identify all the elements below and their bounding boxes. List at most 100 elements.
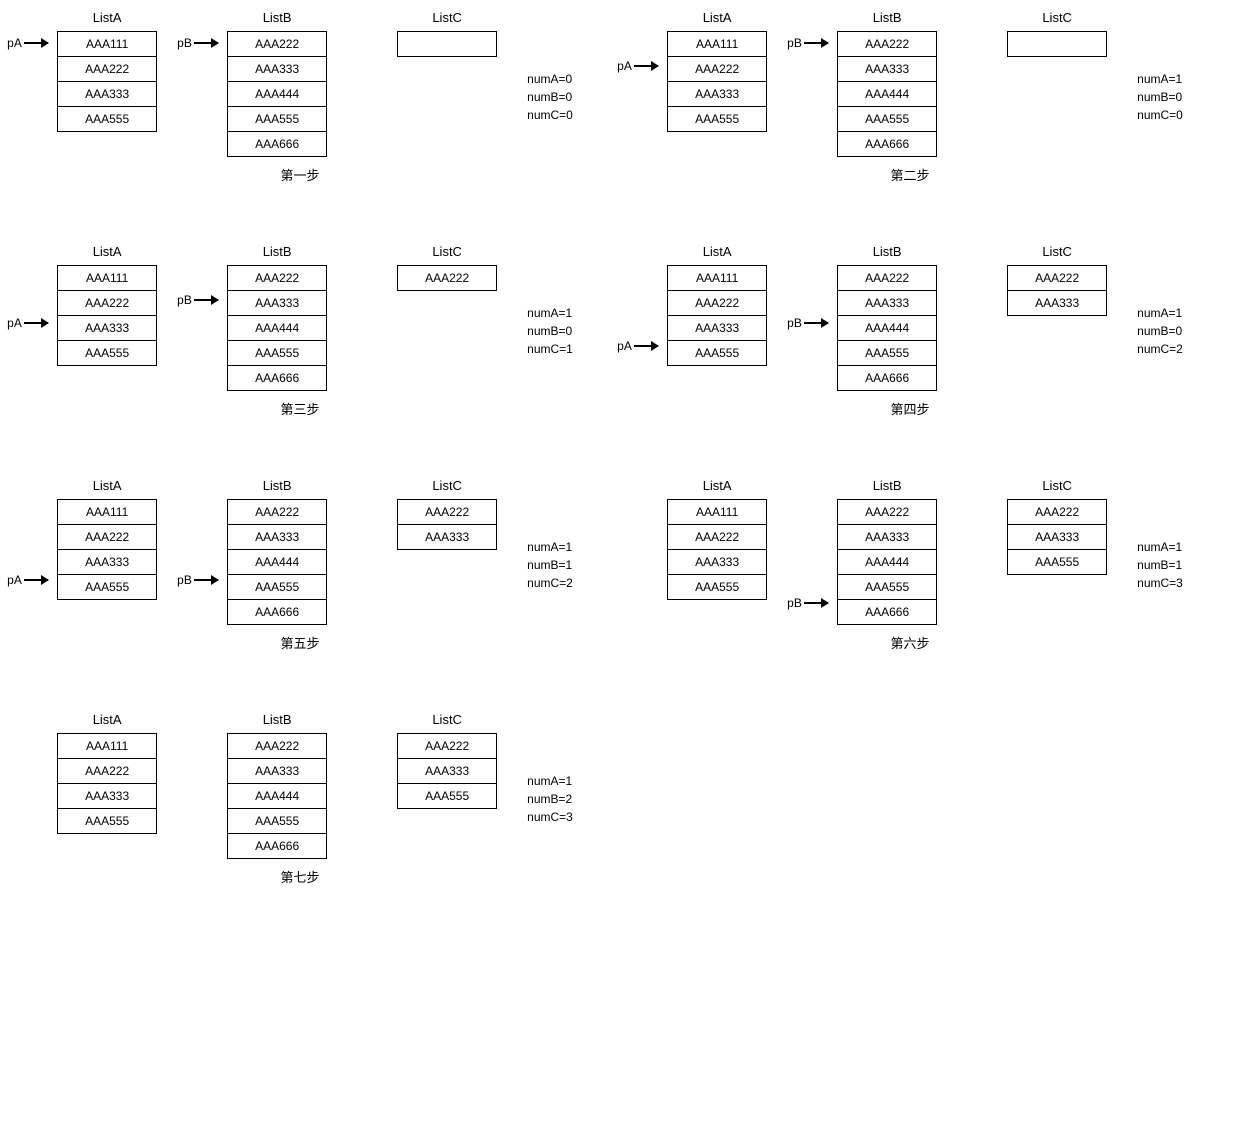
list-cell: AAA555	[57, 574, 157, 600]
list-cell: AAA666	[837, 599, 937, 625]
step-row: ListAAAA111AAA222AAA333AAA555pAListBAAA2…	[10, 244, 1240, 418]
arrow-icon	[634, 345, 658, 347]
list-cell: AAA222	[1007, 265, 1107, 291]
list-cell: AAA222	[227, 733, 327, 759]
pointer-pA-label: pA	[7, 36, 22, 50]
list-table: AAA222AAA333AAA444AAA555AAA666	[227, 499, 327, 625]
pointer-pA-label: pA	[7, 316, 22, 330]
step: ListAAAA111AAA222AAA333AAA555ListBAAA222…	[10, 712, 590, 886]
list-cell: AAA555	[837, 340, 937, 366]
list-table: AAA111AAA222AAA333AAA555	[57, 265, 157, 366]
counter-numB: numB=0	[527, 322, 573, 340]
counter-numC: numC=2	[1137, 340, 1183, 358]
list-table: AAA111AAA222AAA333AAA555	[667, 265, 767, 366]
pointer-pB: pB	[177, 36, 218, 50]
list-table: AAA111AAA222AAA333AAA555	[667, 499, 767, 600]
list-table	[397, 31, 497, 57]
list-table: AAA222AAA333	[1007, 265, 1107, 316]
list-cell: AAA333	[667, 315, 767, 341]
list-cell: AAA666	[837, 131, 937, 157]
counters: numA=1numB=0numC=2	[1137, 304, 1183, 358]
list-block-listB: ListBAAA222AAA333AAA444AAA555AAA666pB	[807, 478, 967, 625]
list-title: ListC	[1042, 244, 1072, 259]
list-cell: AAA222	[57, 290, 157, 316]
list-cell: AAA555	[57, 340, 157, 366]
list-block-listA: ListA AAA111AAA222AAA333AAA555	[637, 478, 797, 625]
list-cell: AAA333	[667, 549, 767, 575]
list-cell: AAA222	[397, 499, 497, 525]
list-cell: AAA222	[837, 31, 937, 57]
list-cell: AAA333	[837, 524, 937, 550]
pointer-pB: pB	[787, 596, 828, 610]
arrow-icon	[24, 322, 48, 324]
step: ListAAAA111AAA222AAA333AAA555pAListBAAA2…	[10, 244, 590, 418]
step-caption: 第二步	[890, 165, 929, 184]
list-cell: AAA333	[227, 758, 327, 784]
list-title: ListC	[432, 712, 462, 727]
list-cell: AAA555	[667, 106, 767, 132]
list-table	[1007, 31, 1107, 57]
list-title: ListA	[703, 244, 732, 259]
step-body: ListAAAA111AAA222AAA333AAA555ListBAAA222…	[620, 478, 1200, 625]
list-block-listC: ListCAAA222AAA333AAA555	[977, 478, 1137, 625]
counter-numA: numA=1	[1137, 538, 1183, 556]
list-cell: AAA333	[57, 783, 157, 809]
list-cell: AAA222	[227, 31, 327, 57]
list-table: AAA222AAA333AAA555	[1007, 499, 1107, 575]
step-body: ListAAAA111AAA222AAA333AAA555pAListBAAA2…	[620, 244, 1200, 391]
step-caption: 第四步	[890, 399, 929, 418]
list-table: AAA222AAA333AAA444AAA555AAA666	[227, 31, 327, 157]
counter-numA: numA=1	[1137, 304, 1183, 322]
pointer-pA-label: pA	[617, 339, 632, 353]
counter-numC: numC=0	[1137, 106, 1183, 124]
list-block-listA: ListAAAA111AAA222AAA333AAA555pA	[27, 478, 187, 625]
list-cell: AAA555	[667, 340, 767, 366]
list-cell: AAA333	[837, 56, 937, 82]
counter-numB: numB=0	[527, 88, 573, 106]
list-cell: AAA666	[227, 131, 327, 157]
list-cell: AAA444	[227, 549, 327, 575]
list-cell: AAA333	[1007, 524, 1107, 550]
list-table: AAA222AAA333	[397, 499, 497, 550]
list-cell: AAA222	[57, 758, 157, 784]
list-cell: AAA444	[227, 783, 327, 809]
step: ListAAAA111AAA222AAA333AAA555ListBAAA222…	[620, 478, 1200, 652]
arrow-icon	[24, 42, 48, 44]
step: ListAAAA111AAA222AAA333AAA555pAListBAAA2…	[10, 478, 590, 652]
counter-numA: numA=1	[1137, 70, 1183, 88]
pointer-pB-label: pB	[787, 596, 802, 610]
arrow-icon	[804, 602, 828, 604]
arrow-icon	[194, 579, 218, 581]
list-block-listC: ListCAAA222AAA333AAA555	[367, 712, 527, 859]
list-block-listC: ListCAAA222AAA333	[367, 478, 527, 625]
list-table: AAA111AAA222AAA333AAA555	[57, 499, 157, 600]
list-title: ListA	[93, 10, 122, 25]
list-cell: AAA555	[667, 574, 767, 600]
arrow-icon	[24, 579, 48, 581]
list-cell: AAA333	[667, 81, 767, 107]
list-cell: AAA333	[57, 315, 157, 341]
list-title: ListB	[873, 10, 902, 25]
arrow-icon	[194, 299, 218, 301]
list-cell: AAA111	[57, 733, 157, 759]
counter-numB: numB=2	[527, 790, 573, 808]
list-table: AAA222AAA333AAA444AAA555AAA666	[837, 265, 937, 391]
list-cell: AAA222	[667, 524, 767, 550]
list-cell: AAA222	[1007, 499, 1107, 525]
list-cell: AAA111	[667, 499, 767, 525]
list-cell: AAA555	[397, 783, 497, 809]
step-body: ListAAAA111AAA222AAA333AAA555pAListBAAA2…	[10, 478, 590, 625]
list-cell: AAA555	[57, 106, 157, 132]
step-caption: 第七步	[280, 867, 319, 886]
arrow-icon	[194, 42, 218, 44]
list-block-listC: ListC AAA222AAA333	[977, 244, 1137, 391]
list-cell: AAA222	[397, 733, 497, 759]
list-cell: AAA444	[227, 315, 327, 341]
list-cell: AAA333	[837, 290, 937, 316]
arrow-icon	[634, 65, 658, 67]
list-title: ListA	[93, 244, 122, 259]
counters: numA=1numB=0numC=0	[1137, 70, 1183, 124]
list-cell: AAA333	[227, 524, 327, 550]
list-title: ListA	[703, 478, 732, 493]
list-table: AAA222AAA333AAA444AAA555AAA666	[227, 733, 327, 859]
